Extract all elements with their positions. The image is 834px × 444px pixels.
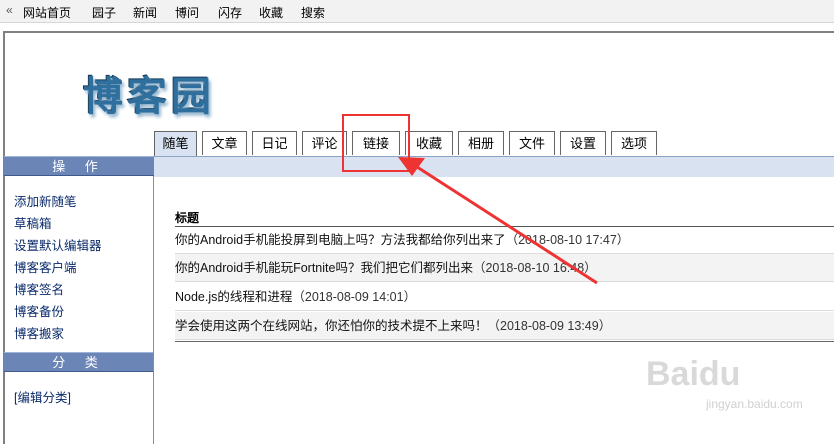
nav-ask[interactable]: 博问 bbox=[175, 4, 199, 21]
table-row: 你的Android手机能投屏到电脑上吗？方法我都给你列出来了（2018-08-1… bbox=[175, 226, 834, 254]
sidebar-add-post[interactable]: 添加新随笔 bbox=[14, 191, 77, 210]
tab-content-bar bbox=[154, 156, 834, 177]
sidebar-blog-move[interactable]: 博客搬家 bbox=[14, 323, 64, 342]
post-title-link[interactable]: 你的Android手机能玩Fortnite吗？我们把它们都列出来 bbox=[175, 261, 473, 275]
baidu-watermark: Baidu jingyan.baidu.com bbox=[646, 355, 803, 411]
tab-settings[interactable]: 设置 bbox=[560, 131, 606, 155]
sidebar-default-editor[interactable]: 设置默认编辑器 bbox=[14, 235, 102, 254]
post-title-link[interactable]: Node.js的线程和进程 bbox=[175, 290, 292, 304]
post-date: （2018-08-09 14:01） bbox=[292, 290, 417, 304]
tab-files[interactable]: 文件 bbox=[509, 131, 555, 155]
tab-articles[interactable]: 文章 bbox=[202, 131, 247, 155]
table-header-title: 标题 bbox=[175, 209, 834, 227]
tab-favorites[interactable]: 收藏 bbox=[405, 131, 453, 155]
table-row: Node.js的线程和进程（2018-08-09 14:01） bbox=[175, 283, 834, 311]
sidebar-edit-categories[interactable]: [编辑分类] bbox=[14, 387, 71, 406]
post-title-link[interactable]: 学会使用这两个在线网站，你还怕你的技术提不上来吗！ bbox=[175, 319, 488, 333]
nav-garden[interactable]: 园子 bbox=[92, 4, 116, 21]
table-row: 你的Android手机能玩Fortnite吗？我们把它们都列出来（2018-08… bbox=[175, 254, 834, 282]
nav-news[interactable]: 新闻 bbox=[133, 4, 157, 21]
post-date: （2018-08-10 16:48） bbox=[472, 261, 597, 275]
tab-posts[interactable]: 随笔 bbox=[154, 131, 197, 157]
tab-albums[interactable]: 相册 bbox=[458, 131, 504, 155]
nav-home[interactable]: 网站首页 bbox=[23, 4, 71, 21]
tab-options[interactable]: 选项 bbox=[611, 131, 657, 155]
top-nav: « 网站首页 园子 新闻 博问 闪存 收藏 搜索 bbox=[0, 0, 834, 23]
watermark-url: jingyan.baidu.com bbox=[706, 397, 803, 411]
sidebar-blog-client[interactable]: 博客客户端 bbox=[14, 257, 77, 276]
post-title-link[interactable]: 你的Android手机能投屏到电脑上吗？方法我都给你列出来了 bbox=[175, 233, 506, 247]
sidebar-blog-backup[interactable]: 博客备份 bbox=[14, 301, 64, 320]
sidebar-blog-signature[interactable]: 博客签名 bbox=[14, 279, 64, 298]
post-date: （2018-08-09 13:49） bbox=[487, 319, 612, 333]
nav-favorites[interactable]: 收藏 bbox=[259, 4, 283, 21]
sidebar-divider bbox=[153, 176, 154, 444]
collapse-chevron-icon[interactable]: « bbox=[6, 3, 13, 17]
sidebar-categories-header: 分 类 bbox=[4, 352, 154, 372]
site-logo[interactable]: 博客园 bbox=[83, 64, 215, 122]
nav-flash[interactable]: 闪存 bbox=[218, 4, 242, 21]
sidebar-drafts[interactable]: 草稿箱 bbox=[14, 213, 52, 232]
table-row: 学会使用这两个在线网站，你还怕你的技术提不上来吗！（2018-08-09 13:… bbox=[175, 312, 834, 340]
annotation-highlight-box bbox=[342, 114, 410, 172]
tab-diary[interactable]: 日记 bbox=[252, 131, 297, 155]
post-date: （2018-08-10 17:47） bbox=[505, 233, 630, 247]
table-bottom-rule bbox=[175, 341, 834, 342]
tab-comments[interactable]: 评论 bbox=[302, 131, 347, 155]
watermark-brand: Baidu bbox=[646, 355, 741, 393]
sidebar-actions-header: 操 作 bbox=[4, 156, 154, 176]
nav-search[interactable]: 搜索 bbox=[301, 4, 325, 21]
